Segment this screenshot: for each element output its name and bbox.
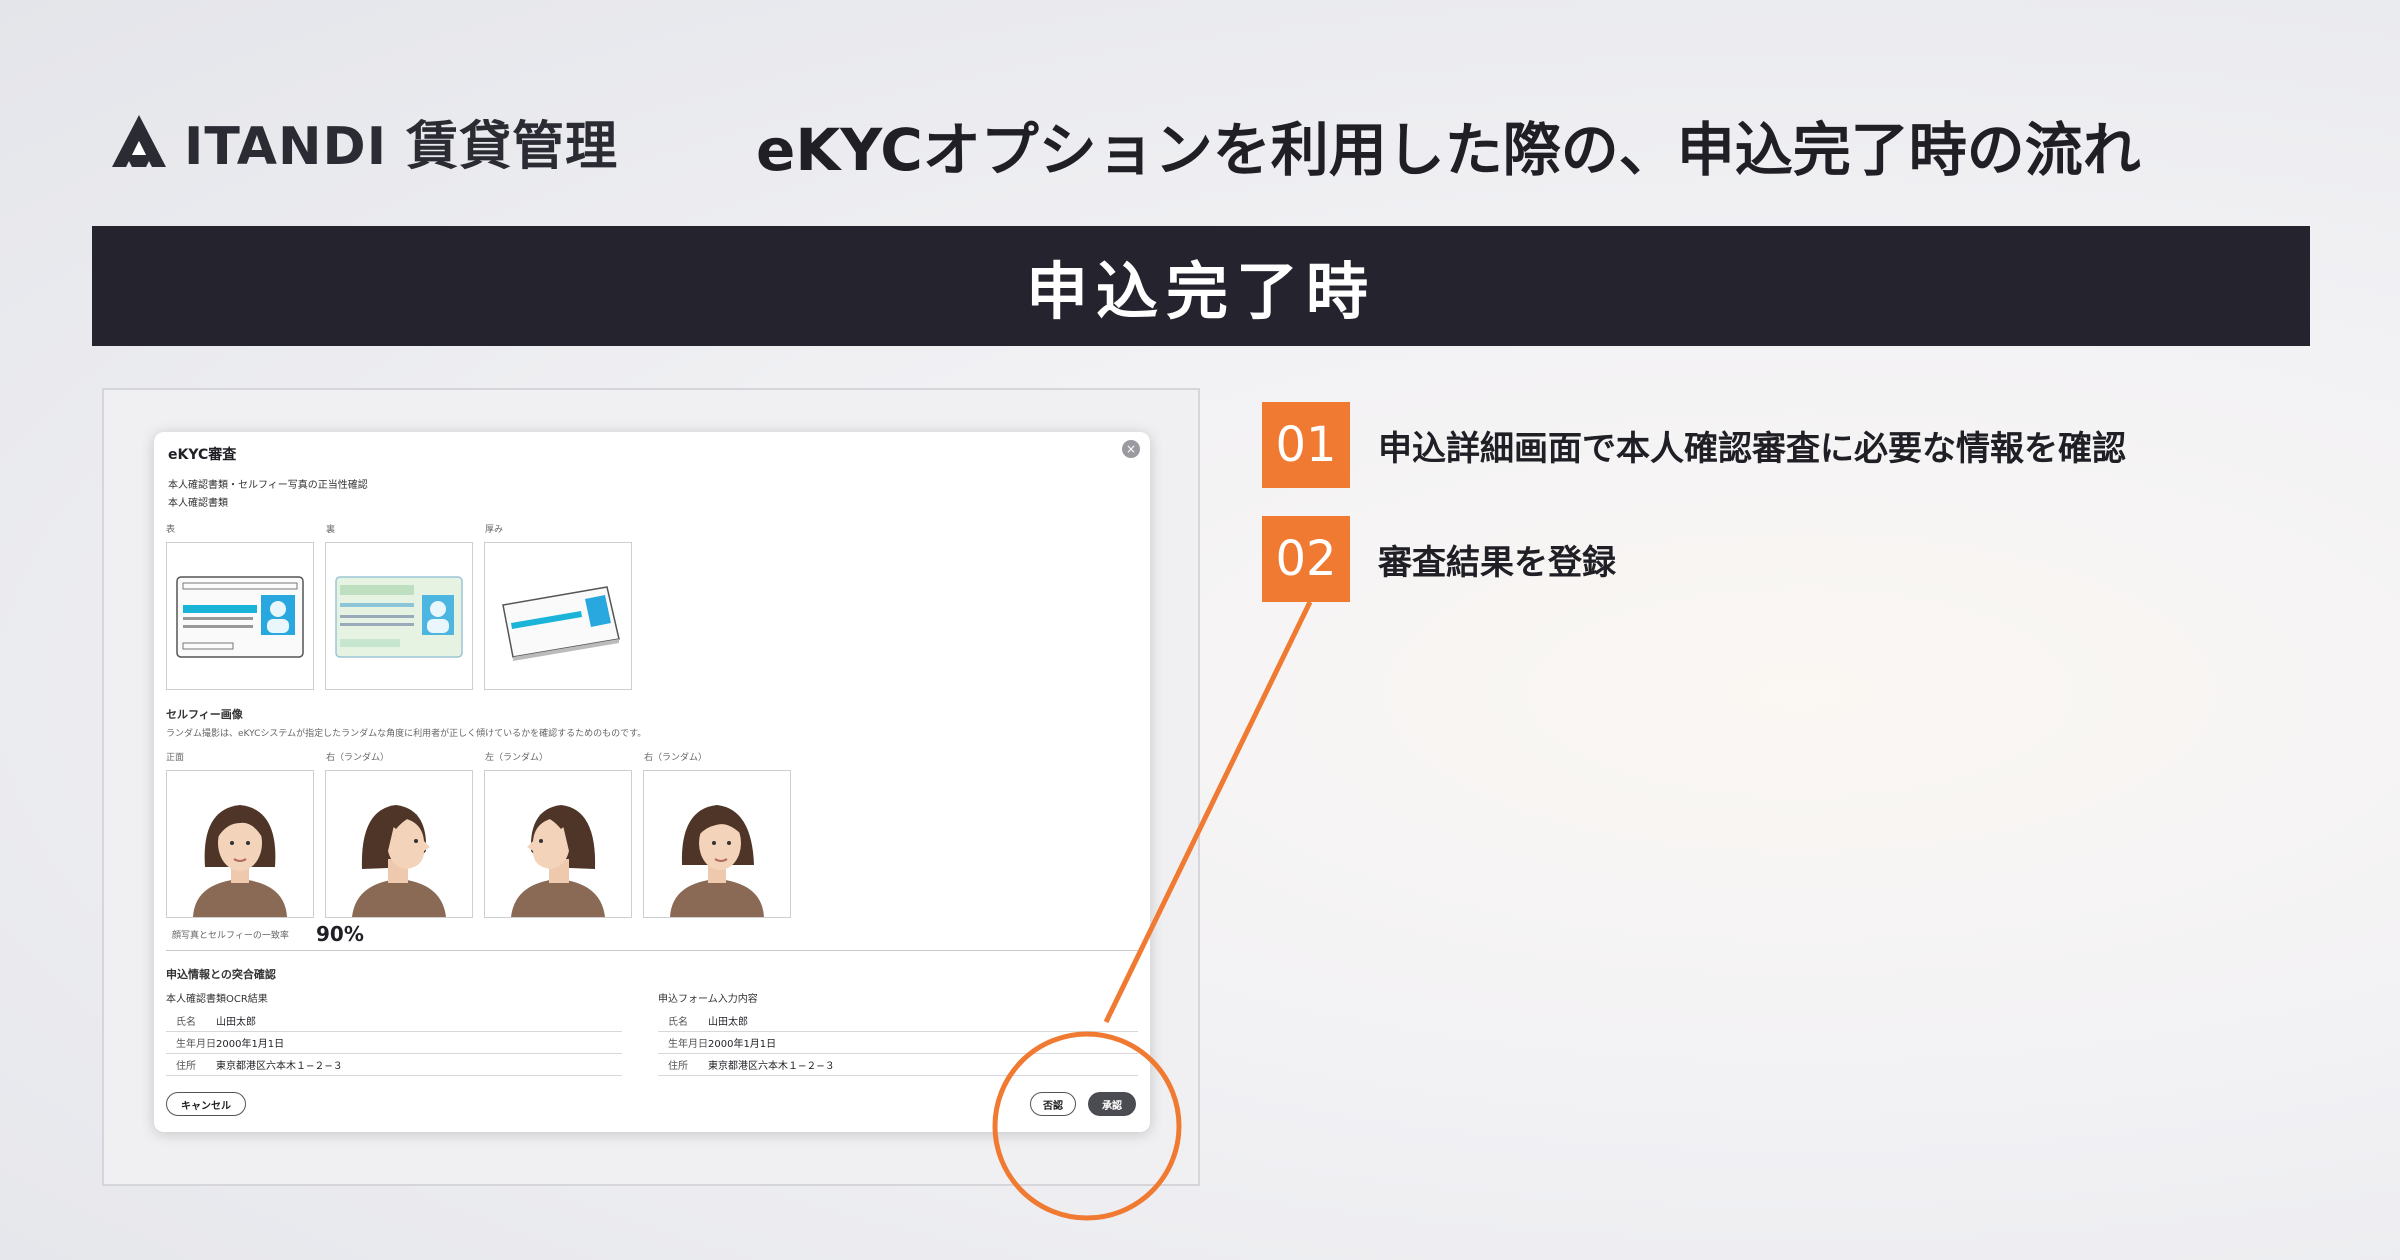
doc-card-label-front: 表 (166, 525, 176, 535)
form-value-name: 山田太郎 (708, 1017, 748, 1028)
page-title: eKYCオプションを利用した際の、申込完了時の流れ (756, 116, 2141, 184)
selfie-left-avatar-icon (511, 805, 605, 917)
step-02: 02 審査結果を登録 (1262, 516, 1616, 602)
section-title-match: 申込情報との突合確認 (166, 968, 276, 981)
selfie-card-front[interactable] (166, 770, 314, 918)
ocr-value-address: 東京都港区六本木１−２−３ (216, 1061, 343, 1072)
selfie-label-front: 正面 (166, 753, 185, 763)
selfie-card-right-1[interactable] (325, 770, 473, 918)
ocr-title: 本人確認書類OCR結果 (166, 994, 268, 1005)
id-card-front-image (176, 576, 304, 658)
ocr-value-birthdate: 2000年1月1日 (216, 1039, 285, 1050)
selfie-label-right-1: 右（ランダム） (326, 753, 390, 763)
doc-card-label-thickness: 厚み (485, 525, 504, 535)
form-title: 申込フォーム入力内容 (658, 994, 758, 1005)
selfie-card-right-2[interactable] (643, 770, 791, 918)
ocr-row-address: 住所 東京都港区六本木１−２−３ (166, 1054, 622, 1076)
reject-button[interactable]: 否認 (1030, 1092, 1076, 1116)
selfie-front-avatar-icon (193, 805, 287, 917)
section-title-verification: 本人確認書類・セルフィー写真の正当性確認 (168, 480, 368, 491)
selfie-label-left: 左（ランダム） (485, 753, 549, 763)
form-row-name: 氏名 山田太郎 (658, 1010, 1138, 1032)
step-01-badge: 01 (1262, 402, 1350, 488)
form-label-address: 住所 (668, 1061, 688, 1072)
itandi-logo-icon (112, 114, 166, 167)
form-value-birthdate: 2000年1月1日 (708, 1039, 777, 1050)
doc-card-label-back: 裏 (326, 525, 336, 535)
form-value-address: 東京都港区六本木１−２−３ (708, 1061, 835, 1072)
step-02-text: 審査結果を登録 (1378, 542, 1616, 583)
doc-card-thickness[interactable] (484, 542, 632, 690)
ocr-row-name: 氏名 山田太郎 (166, 1010, 622, 1032)
approve-button[interactable]: 承認 (1088, 1092, 1136, 1116)
form-row-address: 住所 東京都港区六本木１−２−３ (658, 1054, 1138, 1076)
selfie-right-tilt-avatar-icon (670, 805, 764, 917)
doc-card-front[interactable] (166, 542, 314, 690)
modal-title: eKYC審査 (168, 447, 237, 463)
selfie-right-avatar-icon (352, 805, 446, 917)
close-icon[interactable]: × (1122, 440, 1140, 458)
step-02-badge: 02 (1262, 516, 1350, 602)
match-rate-value: 90% (316, 922, 364, 946)
logo-text: ITANDI 賃貸管理 (184, 117, 619, 177)
doc-card-back[interactable] (325, 542, 473, 690)
ocr-label-birthdate: 生年月日 (176, 1039, 216, 1050)
section-divider (166, 950, 1138, 951)
ocr-row-birthdate: 生年月日 2000年1月1日 (166, 1032, 622, 1054)
ekyc-modal: eKYC審査 × 本人確認書類・セルフィー写真の正当性確認 本人確認書類 表 裏… (154, 432, 1150, 1132)
ocr-label-address: 住所 (176, 1061, 196, 1072)
id-card-thickness-image (502, 586, 620, 661)
selfie-description: ランダム撮影は、eKYCシステムが指定したランダムな角度に利用者が正しく傾けてい… (166, 729, 647, 739)
doc-label: 本人確認書類 (168, 498, 228, 509)
match-rate-label: 顔写真とセルフィーの一致率 (172, 931, 289, 941)
ocr-label-name: 氏名 (176, 1017, 196, 1028)
banner-title: 申込完了時 (1025, 255, 1376, 328)
form-label-name: 氏名 (668, 1017, 688, 1028)
brand-logo: ITANDI 賃貸管理 (108, 104, 618, 179)
form-row-birthdate: 生年月日 2000年1月1日 (658, 1032, 1138, 1054)
ocr-value-name: 山田太郎 (216, 1017, 256, 1028)
id-card-back-image (335, 576, 463, 658)
step-01-text: 申込詳細画面で本人確認審査に必要な情報を確認 (1378, 428, 2126, 469)
selfie-card-left[interactable] (484, 770, 632, 918)
step-01: 01 申込詳細画面で本人確認審査に必要な情報を確認 (1262, 402, 2126, 488)
selfie-title: セルフィー画像 (166, 708, 243, 721)
selfie-label-right-2: 右（ランダム） (644, 753, 708, 763)
section-banner: 申込完了時 (92, 226, 2310, 346)
form-label-birthdate: 生年月日 (668, 1039, 708, 1050)
cancel-button[interactable]: キャンセル (166, 1092, 246, 1116)
